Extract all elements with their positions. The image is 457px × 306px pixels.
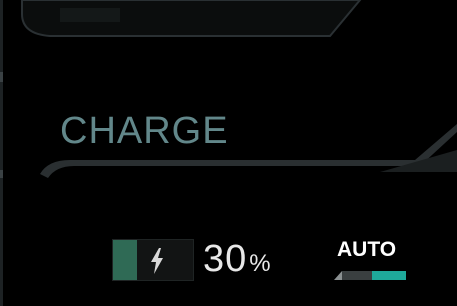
- auto-toggle[interactable]: AUTO: [334, 238, 414, 284]
- battery-percentage-unit: %: [249, 250, 271, 277]
- battery-indicator: [112, 239, 194, 281]
- section-title: CHARGE: [60, 110, 229, 152]
- auto-toggle-indicator: [334, 271, 406, 280]
- charge-screen: CHARGE 30% AUTO: [0, 0, 457, 306]
- battery-percentage: 30%: [203, 238, 271, 281]
- top-panel: [21, 0, 362, 37]
- battery-percentage-value: 30: [203, 238, 248, 280]
- battery-level-fill: [113, 240, 137, 280]
- auto-toggle-label: AUTO: [337, 238, 397, 261]
- lightning-bolt-icon: [151, 248, 163, 274]
